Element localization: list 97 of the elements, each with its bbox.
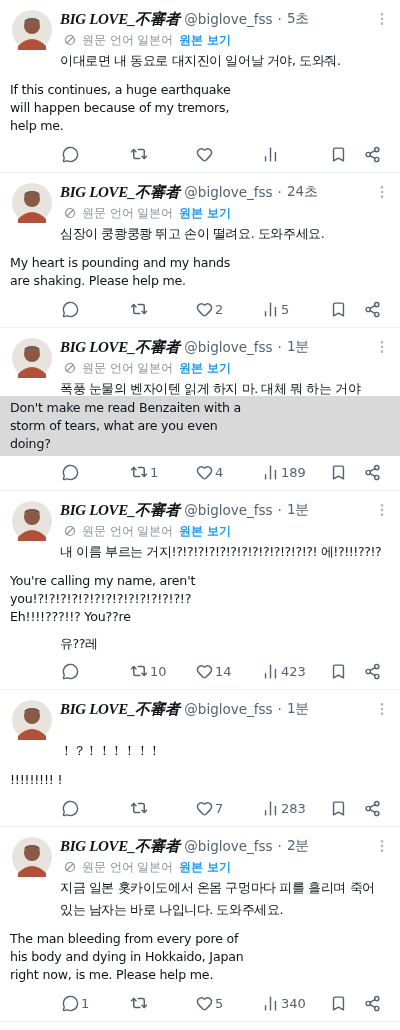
heart-icon[interactable]: [196, 463, 213, 481]
user-name[interactable]: BIG LOVE_不審者: [60, 337, 180, 357]
bar-chart-icon[interactable]: [262, 145, 279, 163]
reply-icon[interactable]: [62, 145, 79, 163]
user-handle: @biglove_fss: [184, 11, 273, 27]
post-text: 유??레: [59, 635, 99, 653]
share-icon[interactable]: [364, 463, 381, 481]
no-entry-icon: [64, 34, 76, 46]
separator-dot: ·: [277, 11, 282, 27]
bookmark-icon[interactable]: [330, 300, 347, 318]
source-language-note: 원문 언어 일본어: [82, 360, 174, 376]
user-name[interactable]: BIG LOVE_不審者: [60, 500, 180, 520]
user-handle: @biglove_fss: [184, 339, 273, 355]
bar-chart-icon[interactable]: [262, 799, 279, 817]
translation-text: !!!!!!!!! !: [9, 771, 64, 789]
like-button[interactable]: 7: [196, 799, 262, 817]
like-button[interactable]: 5: [196, 994, 262, 1012]
separator-dot: ·: [277, 502, 282, 518]
source-language-note: 원문 언어 일본어: [82, 205, 174, 221]
separator-dot: ·: [277, 184, 282, 200]
translation-text: My heart is pounding and my hands are shaking. Please help me.: [9, 254, 232, 290]
reply-icon[interactable]: [62, 300, 79, 318]
user-handle: @biglove_fss: [184, 184, 273, 200]
separator-dot: ·: [277, 838, 282, 854]
heart-icon[interactable]: [196, 799, 213, 817]
views-button[interactable]: 423: [262, 662, 330, 680]
no-entry-icon: [64, 207, 76, 219]
post-time: 2분: [286, 837, 310, 855]
post-time: 24초: [286, 183, 319, 201]
bookmark-icon[interactable]: [330, 145, 347, 163]
views-button[interactable]: 189: [262, 463, 330, 481]
share-icon[interactable]: [364, 662, 381, 680]
user-name[interactable]: BIG LOVE_不審者: [60, 836, 180, 856]
no-entry-icon: [64, 525, 76, 537]
heart-icon[interactable]: [196, 662, 213, 680]
share-icon[interactable]: [364, 145, 381, 163]
post-time: 1분: [286, 338, 310, 356]
post-text: 지금 일본 홋카이도에서 온몸 구멍마다 피를 흘리며 죽어: [59, 879, 376, 897]
user-name[interactable]: BIG LOVE_不審者: [60, 9, 180, 29]
reply-icon[interactable]: [62, 662, 79, 680]
avatar-icon[interactable]: [12, 338, 52, 378]
translation-text: The man bleeding from every pore of his body and dying in Hokkaido, Japan right now, is me. Please help me.: [9, 930, 245, 984]
user-handle: @biglove_fss: [184, 838, 273, 854]
like-button[interactable]: 2: [196, 300, 262, 318]
source-language-note: 원문 언어 일본어: [82, 32, 174, 48]
heart-icon[interactable]: [196, 994, 213, 1012]
no-entry-icon: [64, 861, 76, 873]
post-text: 내 이름 부르는 거지!?!?!?!?!?!?!?!?!?!?!?!?!?! 에!?!!!??!?: [59, 543, 383, 561]
bookmark-icon[interactable]: [330, 662, 347, 680]
avatar-icon[interactable]: [12, 837, 52, 877]
bar-chart-icon[interactable]: [262, 300, 279, 318]
share-icon[interactable]: [364, 300, 381, 318]
user-handle: @biglove_fss: [184, 502, 273, 518]
post-time: 1분: [286, 501, 310, 519]
heart-icon[interactable]: [196, 145, 213, 163]
no-entry-icon: [64, 362, 76, 374]
post-time: 1분: [286, 700, 310, 718]
share-icon[interactable]: [364, 799, 381, 817]
user-handle: @biglove_fss: [184, 701, 273, 717]
source-language-note: 원문 언어 일본어: [82, 523, 174, 539]
translation-text: You're calling my name, aren't you!?!?!?!?!?!?!?!?!?!?!?!?!?!? Eh!!!!???!!? You??re: [9, 572, 197, 626]
separator-dot: ·: [277, 339, 282, 355]
bar-chart-icon[interactable]: [262, 662, 279, 680]
bar-chart-icon[interactable]: [262, 994, 279, 1012]
post-text: 이대로면 내 동요로 대지진이 일어날 거야, 도와줘.: [59, 52, 342, 70]
repost-button[interactable]: 10: [130, 662, 196, 680]
repost-button[interactable]: 1: [130, 463, 196, 481]
reply-icon[interactable]: [62, 994, 79, 1012]
reply-icon[interactable]: [62, 799, 79, 817]
views-button[interactable]: 283: [262, 799, 330, 817]
views-button[interactable]: 340: [262, 994, 330, 1012]
post-text: 폭풍 눈물의 벤자이텐 읽게 하지 마. 대체 뭐 하는 거야: [59, 380, 362, 398]
post-text: 있는 남자는 바로 나입니다. 도와주세요.: [59, 901, 285, 919]
bookmark-icon[interactable]: [330, 463, 347, 481]
bar-chart-icon[interactable]: [262, 463, 279, 481]
post-text: 심장이 쿵쾅쿵쾅 뛰고 손이 떨려요. 도와주세요.: [59, 225, 326, 243]
like-button[interactable]: 4: [196, 463, 262, 481]
translation-text: If this continues, a huge earthquake will happen because of my tremors, help me.: [9, 81, 232, 135]
user-name[interactable]: BIG LOVE_不審者: [60, 699, 180, 719]
avatar-icon[interactable]: [12, 183, 52, 223]
bookmark-icon[interactable]: [330, 994, 347, 1012]
heart-icon[interactable]: [196, 300, 213, 318]
reply-icon[interactable]: [62, 463, 79, 481]
post-text: ！？！！！！！！: [59, 742, 162, 760]
separator-dot: ·: [277, 701, 282, 717]
avatar-icon[interactable]: [12, 10, 52, 50]
avatar-icon[interactable]: [12, 501, 52, 541]
reply-button[interactable]: 1: [62, 994, 130, 1012]
user-name[interactable]: BIG LOVE_不審者: [60, 182, 180, 202]
bookmark-icon[interactable]: [330, 799, 347, 817]
share-icon[interactable]: [364, 994, 381, 1012]
source-language-note: 원문 언어 일본어: [82, 859, 174, 875]
avatar-icon[interactable]: [12, 700, 52, 740]
views-button[interactable]: 5: [262, 300, 330, 318]
like-button[interactable]: 14: [196, 662, 262, 680]
translation-overlay: Don't make me read Benzaiten with a storm of tears, what are you even doing?: [0, 396, 400, 456]
post-time: 5초: [286, 10, 310, 28]
